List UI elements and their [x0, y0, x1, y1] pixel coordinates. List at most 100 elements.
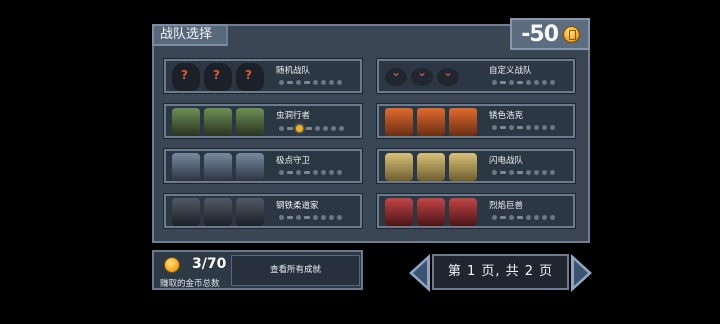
- progress-dot: [534, 215, 539, 220]
- progress-dot: [517, 171, 523, 174]
- team-name: 闪电战队: [489, 156, 524, 166]
- previous-page-arrow-icon[interactable]: [409, 254, 430, 292]
- progress-dot: [509, 125, 514, 130]
- progress-dot: [321, 170, 326, 175]
- progress-dot: [304, 216, 310, 219]
- progress-dot: [313, 215, 318, 220]
- progress-dot: [542, 170, 547, 175]
- coin-balance-value: -50: [521, 21, 559, 47]
- team-card[interactable]: 极点守卫: [163, 148, 363, 184]
- team-name: 极点守卫: [276, 156, 311, 166]
- empty-unit-slot-icon: [437, 65, 459, 86]
- progress-dot: [313, 80, 318, 85]
- progress-dot: [287, 216, 293, 219]
- team-units: [172, 197, 272, 226]
- mech-unit-icon: [385, 152, 413, 181]
- progress-dot: [542, 125, 547, 130]
- team-card[interactable]: 自定义战队: [376, 58, 576, 94]
- gold-coin-icon: [563, 25, 580, 43]
- progress-dot: [550, 125, 555, 130]
- progress-dots: [492, 170, 555, 175]
- progress-dot: [329, 215, 334, 220]
- progress-dot: [279, 126, 284, 131]
- team-name: 虫洞行者: [276, 111, 311, 121]
- page-indicator: 第 1 页, 共 2 页: [432, 254, 569, 290]
- progress-dot: [329, 170, 334, 175]
- progress-dot: [526, 215, 531, 220]
- mech-unit-icon: [385, 107, 413, 136]
- coins-earned-count: 3/70: [192, 256, 227, 272]
- progress-dot: [306, 127, 312, 130]
- progress-dot: [304, 81, 310, 84]
- team-units: [385, 197, 485, 226]
- mech-unit-icon: [385, 197, 413, 226]
- progress-dot: [509, 170, 514, 175]
- mech-unit-icon: [449, 107, 477, 136]
- team-card[interactable]: 钢铁柔道家: [163, 193, 363, 229]
- progress-dot: [526, 125, 531, 130]
- mystery-unit-icon: ?: [204, 62, 232, 91]
- team-units: [385, 152, 485, 181]
- progress-dots: [492, 125, 555, 130]
- mech-unit-icon: [417, 197, 445, 226]
- progress-dot: [534, 170, 539, 175]
- progress-dot: [550, 80, 555, 85]
- mech-unit-icon: [204, 197, 232, 226]
- progress-dot: [534, 125, 539, 130]
- team-units: [385, 62, 485, 91]
- progress-dots: [279, 125, 344, 132]
- progress-dot: [287, 127, 293, 130]
- progress-dot: [492, 125, 497, 130]
- progress-dot: [287, 81, 293, 84]
- progress-dot: [296, 125, 303, 132]
- team-units: ???: [172, 62, 272, 91]
- team-name: 烈焰巨兽: [489, 201, 524, 211]
- mech-unit-icon: [236, 152, 264, 181]
- progress-dots: [279, 215, 342, 220]
- progress-dots: [279, 170, 342, 175]
- next-page-arrow-icon[interactable]: [571, 254, 592, 292]
- empty-unit-slot-icon: [385, 65, 407, 86]
- progress-dot: [542, 215, 547, 220]
- progress-dot: [509, 80, 514, 85]
- mech-unit-icon: [449, 152, 477, 181]
- progress-dot: [296, 215, 301, 220]
- progress-dot: [492, 215, 497, 220]
- team-card[interactable]: 闪电战队: [376, 148, 576, 184]
- team-name: 锈色浩克: [489, 111, 524, 121]
- progress-dot: [296, 170, 301, 175]
- mech-unit-icon: [204, 152, 232, 181]
- team-name: 随机战队: [276, 66, 311, 76]
- team-card[interactable]: 锈色浩克: [376, 103, 576, 139]
- coins-earned-label: 赚取的金币总数: [160, 279, 220, 289]
- progress-dot: [517, 81, 523, 84]
- team-card[interactable]: 烈焰巨兽: [376, 193, 576, 229]
- team-name: 自定义战队: [489, 66, 532, 76]
- progress-dot: [500, 216, 506, 219]
- view-achievements-button[interactable]: 查看所有成就: [231, 255, 360, 286]
- progress-dot: [526, 80, 531, 85]
- team-units: [385, 107, 485, 136]
- progress-dot: [321, 215, 326, 220]
- progress-dot: [534, 80, 539, 85]
- team-units: [172, 107, 272, 136]
- progress-dots: [492, 215, 555, 220]
- progress-dots: [279, 80, 342, 85]
- team-card[interactable]: ??? 随机战队: [163, 58, 363, 94]
- mech-unit-icon: [172, 152, 200, 181]
- progress-dot: [323, 126, 328, 131]
- progress-dot: [279, 170, 284, 175]
- panel-title: 战队选择: [152, 24, 228, 46]
- progress-dot: [331, 126, 336, 131]
- progress-dot: [550, 170, 555, 175]
- progress-dot: [550, 215, 555, 220]
- empty-unit-slot-icon: [411, 65, 433, 86]
- coins-earned-panel: 3/70 赚取的金币总数 查看所有成就: [152, 250, 363, 290]
- team-card[interactable]: 虫洞行者: [163, 103, 363, 139]
- mech-unit-icon: [449, 197, 477, 226]
- progress-dot: [279, 80, 284, 85]
- progress-dot: [287, 171, 293, 174]
- progress-dot: [337, 215, 342, 220]
- progress-dot: [337, 80, 342, 85]
- progress-dot: [492, 170, 497, 175]
